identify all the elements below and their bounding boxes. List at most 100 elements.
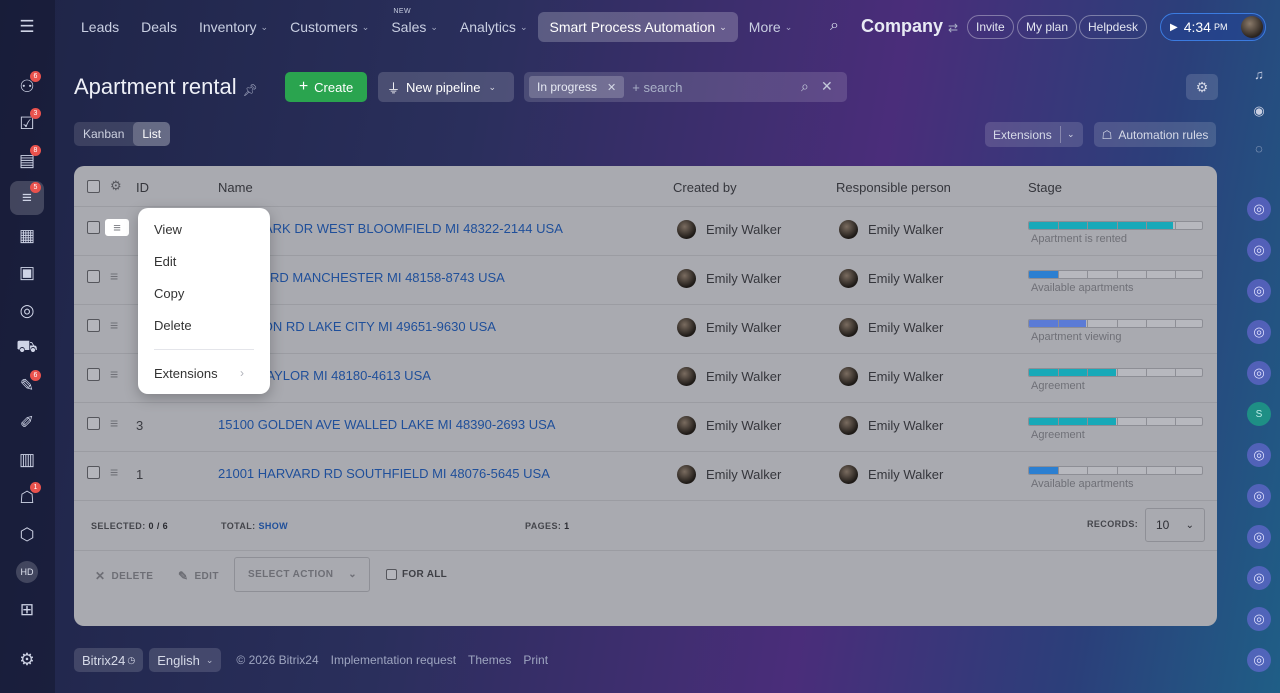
cell-created-by[interactable]: Emily Walker	[677, 465, 781, 484]
row-menu-icon[interactable]: ≡	[110, 465, 126, 479]
cell-responsible[interactable]: Emily Walker	[839, 269, 943, 288]
edit-action[interactable]: ✎ EDIT	[178, 569, 219, 583]
chat-icon[interactable]: ◌	[1247, 136, 1271, 160]
open-line-icon[interactable]: ◎	[1247, 525, 1271, 549]
sidebar-item-analytics[interactable]: ▥	[10, 443, 44, 477]
extensions-button[interactable]: Extensions ⌄	[985, 122, 1083, 147]
gear-icon[interactable]: ⚙	[110, 178, 122, 194]
cell-stage[interactable]: Available apartments	[1028, 270, 1203, 294]
open-line-icon[interactable]: ◎	[1247, 648, 1271, 672]
cell-stage[interactable]: Available apartments	[1028, 466, 1203, 490]
tab-list[interactable]: List	[133, 122, 171, 146]
row-menu-icon[interactable]: ≡	[105, 219, 129, 236]
cell-created-by[interactable]: Emily Walker	[677, 269, 781, 288]
open-line-icon[interactable]: ◎	[1247, 320, 1271, 344]
sidebar-item-messenger[interactable]: ▤ 8	[10, 144, 44, 178]
helpdesk-button[interactable]: Helpdesk	[1079, 15, 1148, 39]
cell-stage[interactable]: Agreement	[1028, 417, 1203, 441]
sidebar-item-calendar[interactable]: ▦	[10, 219, 44, 253]
language-select[interactable]: English ⌄	[149, 648, 222, 672]
nav-item-analytics[interactable]: Analytics ⌄	[449, 12, 539, 42]
sidebar-item-robot[interactable]: ☖ 1	[10, 481, 44, 515]
settings-button[interactable]: ⚙	[1186, 74, 1218, 100]
stage-progress-bar[interactable]	[1028, 417, 1203, 426]
company-switcher[interactable]: Company ⇄	[861, 16, 958, 37]
nav-item-customers[interactable]: Customers ⌄	[279, 12, 380, 42]
menu-item-copy[interactable]: Copy	[154, 286, 184, 301]
cell-created-by[interactable]: Emily Walker	[677, 367, 781, 386]
cell-name-link[interactable]: 15100 GOLDEN AVE WALLED LAKE MI 48390-26…	[218, 417, 555, 432]
cell-responsible[interactable]: Emily Walker	[839, 465, 943, 484]
stage-progress-bar[interactable]	[1028, 319, 1203, 328]
menu-item-view[interactable]: View	[154, 222, 182, 237]
row-checkbox[interactable]	[87, 417, 100, 430]
stage-progress-bar[interactable]	[1028, 270, 1203, 279]
delete-action[interactable]: ✕ DELETE	[95, 569, 153, 583]
show-total-link[interactable]: SHOW	[258, 521, 288, 531]
row-checkbox[interactable]	[87, 319, 100, 332]
filter-chip[interactable]: In progress ✕	[529, 76, 625, 98]
table-row[interactable]: ≡ 1 21001 HARVARD RD SOUTHFIELD MI 48076…	[74, 452, 1217, 501]
row-checkbox[interactable]	[87, 270, 100, 283]
for-all-checkbox[interactable]	[386, 569, 397, 580]
records-select[interactable]: 10 ⌄	[1145, 508, 1205, 542]
sidebar-item-goals[interactable]: ◎	[10, 294, 44, 328]
menu-item-edit[interactable]: Edit	[154, 254, 176, 269]
cell-responsible[interactable]: Emily Walker	[839, 220, 943, 239]
automation-rules-button[interactable]: ☖ Automation rules	[1094, 122, 1216, 147]
menu-item-delete[interactable]: Delete	[154, 318, 192, 333]
close-icon[interactable]: ✕	[607, 81, 616, 94]
open-line-icon[interactable]: ◎	[1247, 607, 1271, 631]
cell-responsible[interactable]: Emily Walker	[839, 416, 943, 435]
cell-responsible[interactable]: Emily Walker	[839, 318, 943, 337]
select-action-dropdown[interactable]: SELECT ACTION ⌄	[234, 557, 370, 592]
cell-stage[interactable]: Apartment viewing	[1028, 319, 1203, 343]
new-pipeline-button[interactable]: ⏚ New pipeline ⌄	[378, 72, 514, 102]
stage-progress-bar[interactable]	[1028, 466, 1203, 475]
themes-link[interactable]: Themes	[468, 653, 511, 667]
nav-item-leads[interactable]: Leads	[70, 12, 130, 42]
column-responsible[interactable]: Responsible person	[836, 180, 951, 195]
open-line-icon[interactable]: ◎	[1247, 484, 1271, 508]
menu-icon[interactable]: ☰	[10, 10, 44, 44]
nav-item-sales[interactable]: NEW Sales ⌄	[380, 8, 449, 42]
table-row[interactable]: ≡ 3 15100 GOLDEN AVE WALLED LAKE MI 4839…	[74, 403, 1217, 452]
open-line-icon[interactable]: ◎	[1247, 197, 1271, 221]
nav-item-smart-process-automation[interactable]: Smart Process Automation ⌄	[538, 12, 738, 42]
open-line-icon[interactable]: ◎	[1247, 443, 1271, 467]
sidebar-item-feed[interactable]: ⚇ 6	[10, 70, 44, 104]
clear-icon[interactable]: ✕	[821, 78, 833, 95]
select-all-checkbox[interactable]	[87, 180, 100, 193]
stage-progress-bar[interactable]	[1028, 221, 1203, 230]
stage-progress-bar[interactable]	[1028, 368, 1203, 377]
work-time-button[interactable]: ▶ 4:34 PM	[1160, 13, 1266, 41]
row-menu-icon[interactable]: ≡	[110, 367, 126, 381]
copilot-icon[interactable]: ◉	[1247, 99, 1271, 123]
column-id[interactable]: ID	[136, 180, 149, 195]
search-icon[interactable]: ⌕	[801, 78, 809, 95]
sidebar-item-crm[interactable]: ≡ 5	[10, 181, 44, 215]
row-checkbox[interactable]	[87, 368, 100, 381]
cell-created-by[interactable]: Emily Walker	[677, 318, 781, 337]
nav-item-inventory[interactable]: Inventory ⌄	[188, 12, 279, 42]
column-name[interactable]: Name	[218, 180, 253, 195]
sidebar-item-helpdesk[interactable]: HD	[10, 555, 44, 589]
row-menu-icon[interactable]: ≡	[110, 318, 126, 332]
sidebar-item-store[interactable]: ⛟	[10, 331, 44, 365]
cell-stage[interactable]: Agreement	[1028, 368, 1203, 392]
column-stage[interactable]: Stage	[1028, 180, 1062, 195]
sidebar-item-catalog[interactable]: ⬡	[10, 518, 44, 552]
user-avatar[interactable]	[1241, 16, 1263, 38]
cell-created-by[interactable]: Emily Walker	[677, 416, 781, 435]
pin-icon[interactable]: 📌︎	[243, 83, 258, 97]
sidebar-item-sign[interactable]: ✐	[10, 406, 44, 440]
row-checkbox[interactable]	[87, 466, 100, 479]
brand-button[interactable]: Bitrix24 ◷	[74, 648, 144, 672]
sidebar-item-drive[interactable]: ▣	[10, 256, 44, 290]
row-checkbox[interactable]	[87, 221, 100, 234]
cell-name-link[interactable]: 21001 HARVARD RD SOUTHFIELD MI 48076-564…	[218, 466, 550, 481]
bell-icon[interactable]: ♫	[1247, 62, 1271, 86]
cell-created-by[interactable]: Emily Walker	[677, 220, 781, 239]
open-line-icon[interactable]: ◎	[1247, 279, 1271, 303]
search-icon[interactable]: ⌕	[830, 17, 839, 35]
